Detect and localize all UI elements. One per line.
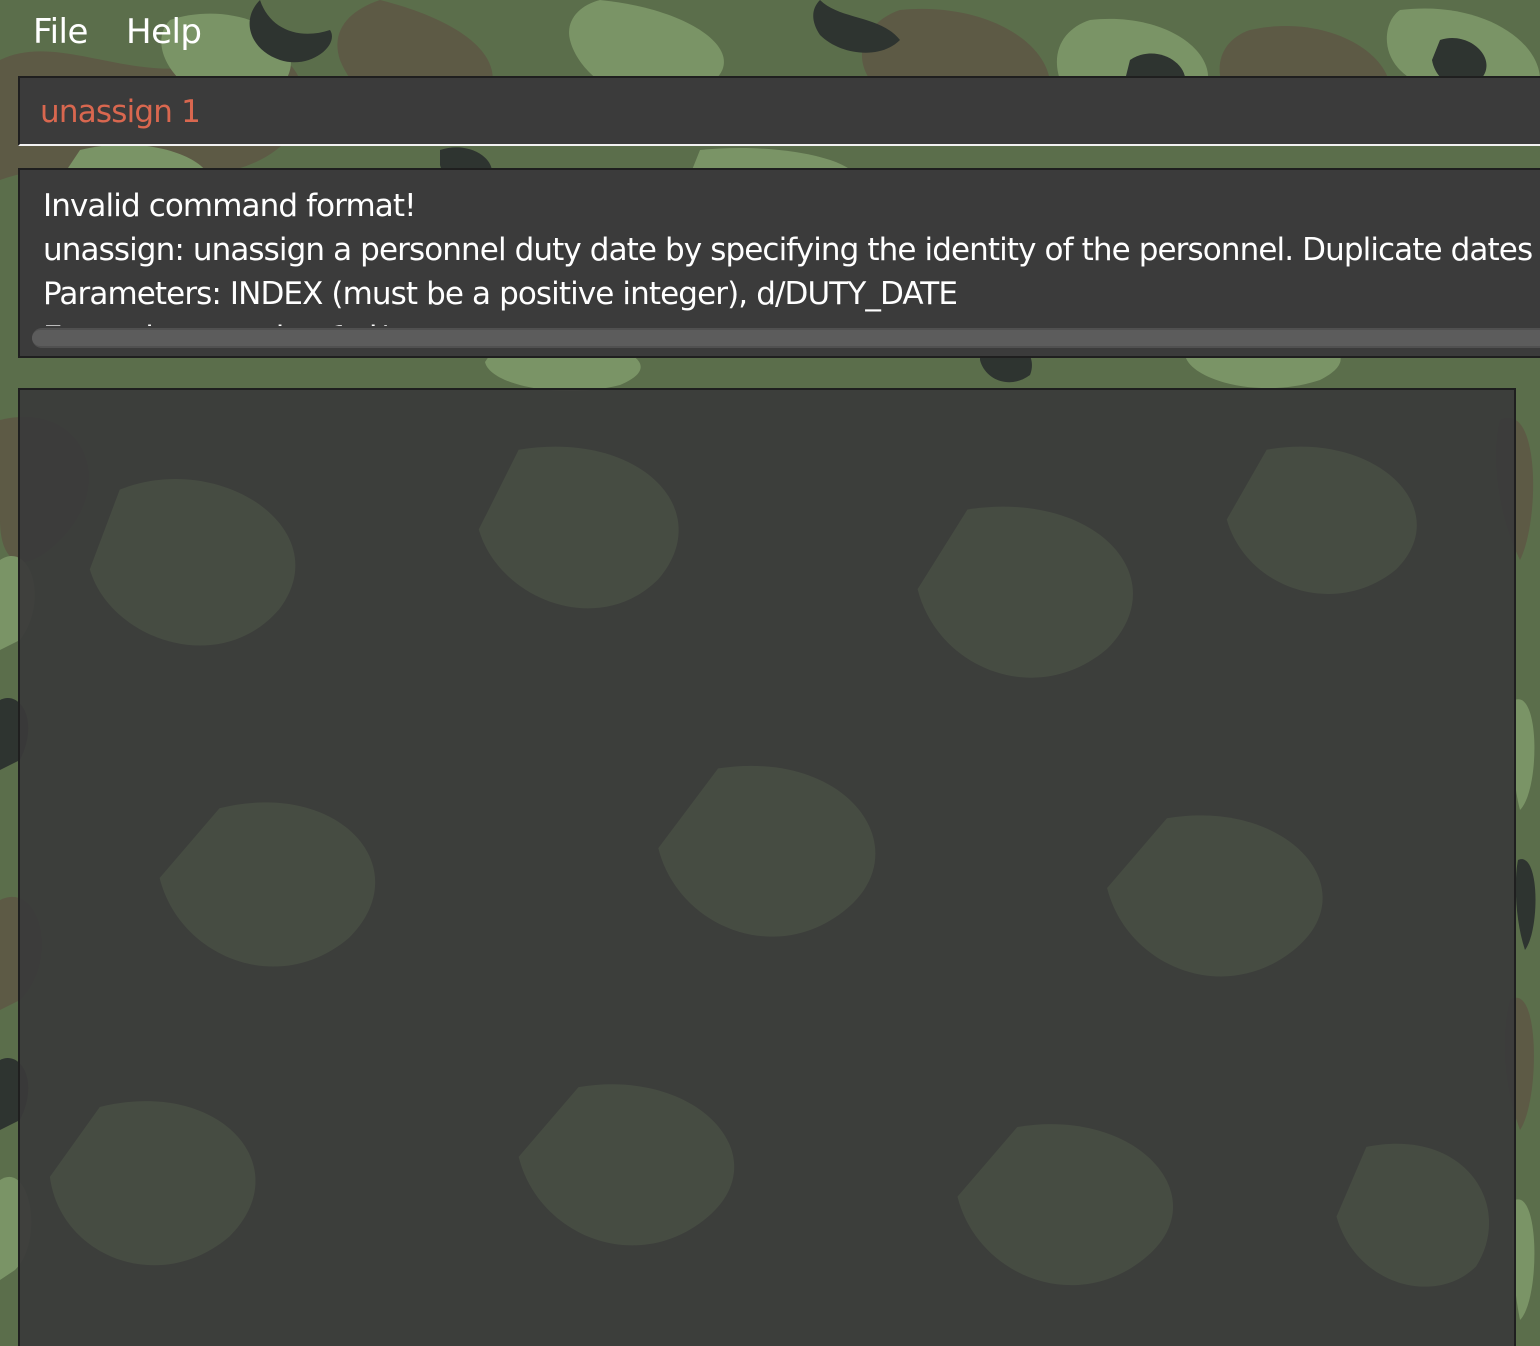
menu-bar: File Help — [0, 0, 1540, 70]
command-box — [18, 76, 1540, 146]
menu-help[interactable]: Help — [126, 12, 202, 52]
menu-file[interactable]: File — [33, 12, 88, 52]
result-line: Invalid command format! — [43, 188, 417, 224]
command-input[interactable] — [40, 92, 1520, 132]
horizontal-scrollbar[interactable] — [32, 328, 1540, 348]
personnel-list-panel — [18, 388, 1516, 1346]
result-line: unassign: unassign a personnel duty date… — [43, 232, 1540, 268]
panel-camo-texture — [49, 446, 1490, 1287]
result-line: Parameters: INDEX (must be a positive in… — [43, 276, 958, 312]
result-text[interactable]: Invalid command format! unassign: unassi… — [43, 184, 1540, 326]
result-line: Example: unassign 1 d/... — [43, 316, 1540, 326]
result-display: Invalid command format! unassign: unassi… — [18, 168, 1540, 358]
scrollbar-thumb[interactable] — [32, 330, 1540, 346]
